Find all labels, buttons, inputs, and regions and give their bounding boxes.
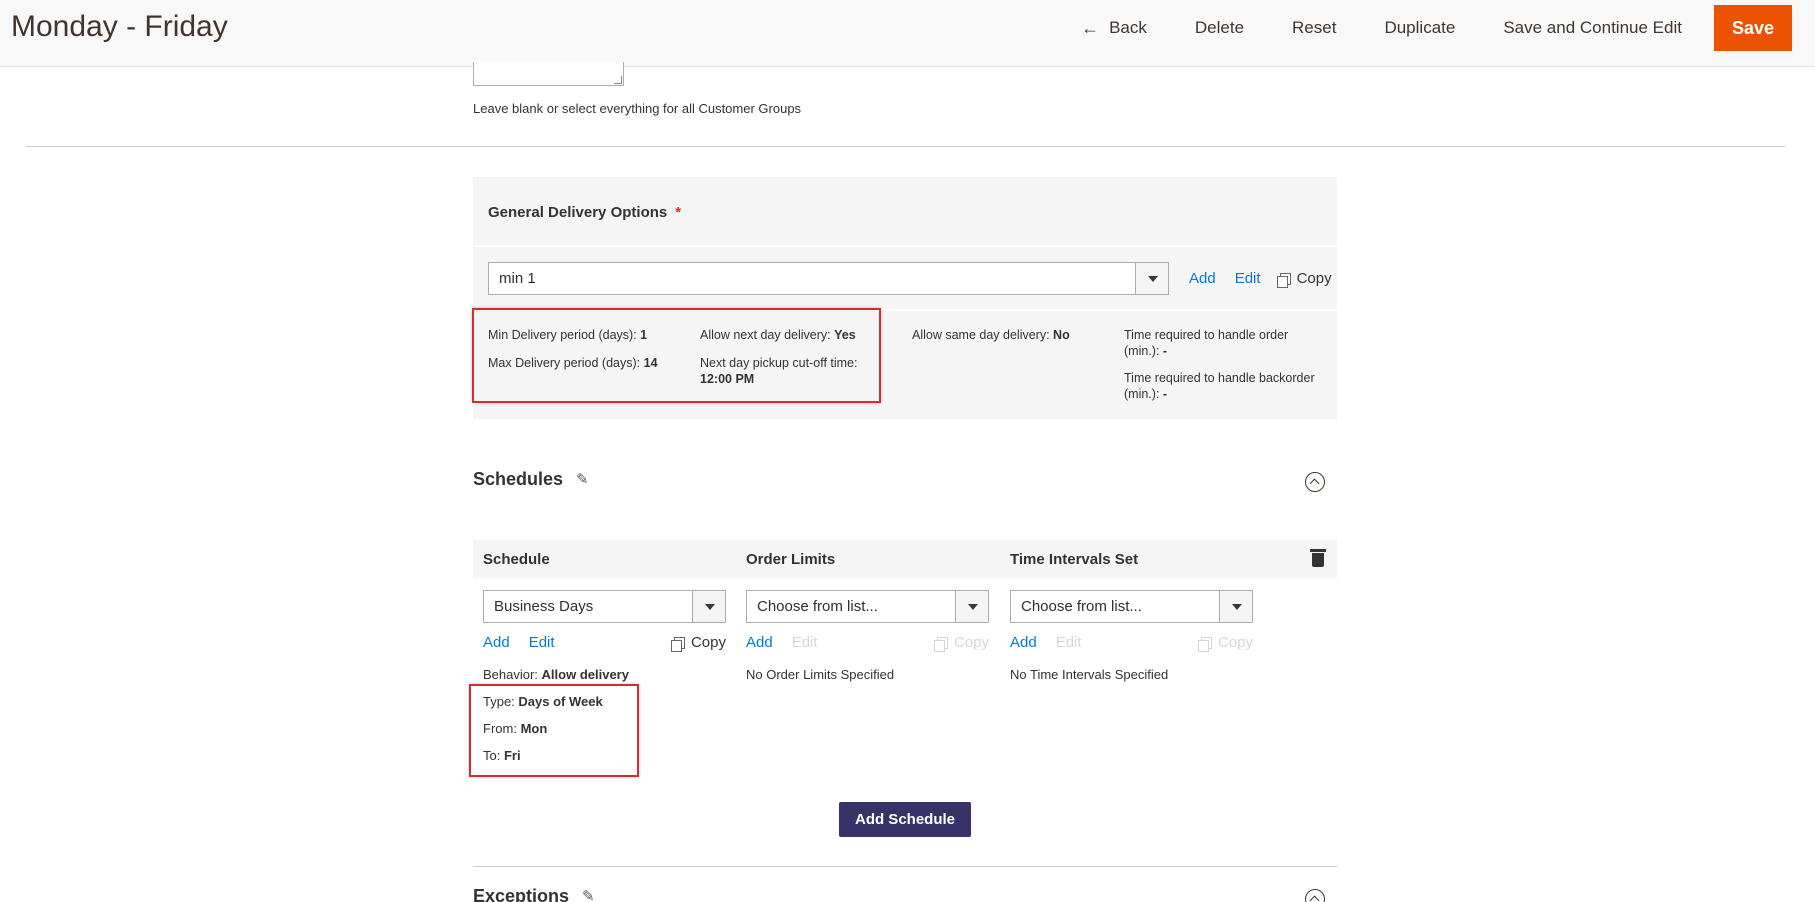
time-intervals-add-link[interactable]: Add bbox=[1010, 634, 1037, 651]
exceptions-title: Exceptions bbox=[473, 886, 570, 902]
page-title: Monday - Friday bbox=[11, 10, 228, 43]
add-schedule-button[interactable]: Add Schedule bbox=[839, 802, 971, 837]
schedules-title: Schedules bbox=[473, 469, 564, 489]
general-delivery-options-title-text: General Delivery Options bbox=[488, 204, 668, 221]
general-delivery-actions: Add Edit Copy bbox=[1189, 270, 1332, 288]
behavior-value: Allow delivery bbox=[541, 667, 629, 682]
order-limits-copy-link: Copy bbox=[933, 634, 989, 652]
schedule-edit-link[interactable]: Edit bbox=[529, 634, 555, 651]
copy-label: Copy bbox=[953, 634, 989, 651]
order-limits-add-link[interactable]: Add bbox=[746, 634, 773, 651]
select-toggle[interactable] bbox=[692, 591, 725, 622]
allow-same-day-delivery: Allow same day delivery: No bbox=[912, 327, 1070, 343]
order-limits-edit-link: Edit bbox=[791, 634, 818, 651]
column-schedule: Schedule bbox=[483, 551, 550, 568]
schedule-add-link[interactable]: Add bbox=[483, 634, 510, 651]
time-intervals-copy-link: Copy bbox=[1197, 634, 1253, 652]
chevron-down-icon bbox=[1232, 604, 1242, 610]
pencil-icon[interactable]: ✎ bbox=[576, 470, 589, 488]
time-intervals-actions: Add Edit Copy bbox=[1010, 634, 1253, 652]
resize-handle-icon[interactable] bbox=[614, 76, 622, 84]
general-delivery-options-header: General Delivery Options * bbox=[473, 177, 1337, 247]
general-delivery-options-title: General Delivery Options * bbox=[488, 204, 681, 221]
handle-backorder-value: - bbox=[1162, 387, 1168, 401]
reset-button[interactable]: Reset bbox=[1268, 18, 1360, 38]
copy-label: Copy bbox=[1296, 270, 1332, 287]
copy-icon bbox=[933, 636, 948, 652]
copy-icon bbox=[1197, 636, 1212, 652]
time-intervals-edit-link: Edit bbox=[1055, 634, 1082, 651]
general-delivery-edit-link[interactable]: Edit bbox=[1235, 270, 1261, 287]
no-time-intervals-text: No Time Intervals Specified bbox=[1010, 667, 1169, 682]
delete-button[interactable]: Delete bbox=[1171, 18, 1268, 38]
chevron-down-icon bbox=[705, 604, 715, 610]
general-delivery-selected-value: min 1 bbox=[499, 270, 536, 287]
page-actions: ← Back Delete Reset Duplicate Save and C… bbox=[1057, 5, 1815, 51]
section-divider bbox=[26, 146, 1785, 147]
no-order-limits-text: No Order Limits Specified bbox=[746, 667, 895, 682]
copy-label: Copy bbox=[1217, 634, 1253, 651]
highlight-delivery-periods bbox=[472, 308, 881, 403]
handle-order-label: Time required to handle order (min.): bbox=[1124, 328, 1289, 358]
order-limits-select[interactable]: Choose from list... bbox=[746, 590, 989, 623]
time-to-handle-backorder: Time required to handle backorder (min.)… bbox=[1124, 370, 1324, 402]
time-to-handle-order: Time required to handle order (min.): - bbox=[1124, 327, 1324, 359]
schedule-actions: Add Edit Copy bbox=[483, 634, 726, 652]
trash-icon[interactable] bbox=[1310, 549, 1326, 567]
general-delivery-copy-link[interactable]: Copy bbox=[1276, 270, 1332, 288]
schedule-select[interactable]: Business Days bbox=[483, 590, 726, 623]
same-day-label: Allow same day delivery: bbox=[912, 328, 1050, 342]
general-delivery-select[interactable]: min 1 bbox=[488, 262, 1169, 295]
back-button[interactable]: ← Back bbox=[1057, 18, 1171, 39]
copy-icon bbox=[1276, 272, 1291, 288]
order-limits-selected-value: Choose from list... bbox=[757, 598, 878, 615]
order-limits-actions: Add Edit Copy bbox=[746, 634, 989, 652]
pencil-icon[interactable]: ✎ bbox=[582, 887, 595, 902]
time-intervals-select[interactable]: Choose from list... bbox=[1010, 590, 1253, 623]
back-label: Back bbox=[1109, 18, 1147, 37]
schedules-table-header: Schedule Order Limits Time Intervals Set bbox=[473, 540, 1337, 578]
column-order-limits: Order Limits bbox=[746, 551, 836, 568]
required-mark: * bbox=[675, 204, 682, 221]
save-and-continue-button[interactable]: Save and Continue Edit bbox=[1479, 18, 1706, 38]
time-intervals-selected-value: Choose from list... bbox=[1021, 598, 1142, 615]
select-toggle[interactable] bbox=[955, 591, 988, 622]
page-header: Monday - Friday ← Back Delete Reset Dupl… bbox=[0, 0, 1815, 67]
arrow-left-icon: ← bbox=[1081, 17, 1100, 38]
select-toggle[interactable] bbox=[1135, 263, 1168, 294]
handle-backorder-label: Time required to handle backorder (min.)… bbox=[1124, 371, 1315, 401]
copy-icon bbox=[670, 636, 685, 652]
customer-groups-textarea[interactable] bbox=[473, 62, 624, 86]
copy-label: Copy bbox=[690, 634, 726, 651]
collapse-schedules-icon[interactable] bbox=[1305, 472, 1325, 492]
schedule-copy-link[interactable]: Copy bbox=[670, 634, 726, 652]
schedule-selected-value: Business Days bbox=[494, 598, 594, 615]
save-button[interactable]: Save bbox=[1713, 5, 1792, 51]
chevron-down-icon bbox=[968, 604, 978, 610]
select-toggle[interactable] bbox=[1219, 591, 1252, 622]
behavior-label: Behavior: bbox=[483, 667, 538, 682]
column-time-intervals: Time Intervals Set bbox=[1010, 551, 1139, 568]
handle-order-value: - bbox=[1162, 344, 1168, 358]
general-delivery-add-link[interactable]: Add bbox=[1189, 270, 1216, 287]
schedule-behavior: Behavior: Allow delivery bbox=[483, 667, 629, 682]
same-day-value: No bbox=[1053, 328, 1070, 342]
section-divider bbox=[473, 866, 1337, 867]
customer-groups-note: Leave blank or select everything for all… bbox=[473, 101, 802, 116]
duplicate-button[interactable]: Duplicate bbox=[1360, 18, 1479, 38]
collapse-exceptions-icon[interactable] bbox=[1305, 889, 1325, 902]
highlight-schedule-type bbox=[469, 684, 639, 777]
chevron-down-icon bbox=[1148, 276, 1158, 282]
